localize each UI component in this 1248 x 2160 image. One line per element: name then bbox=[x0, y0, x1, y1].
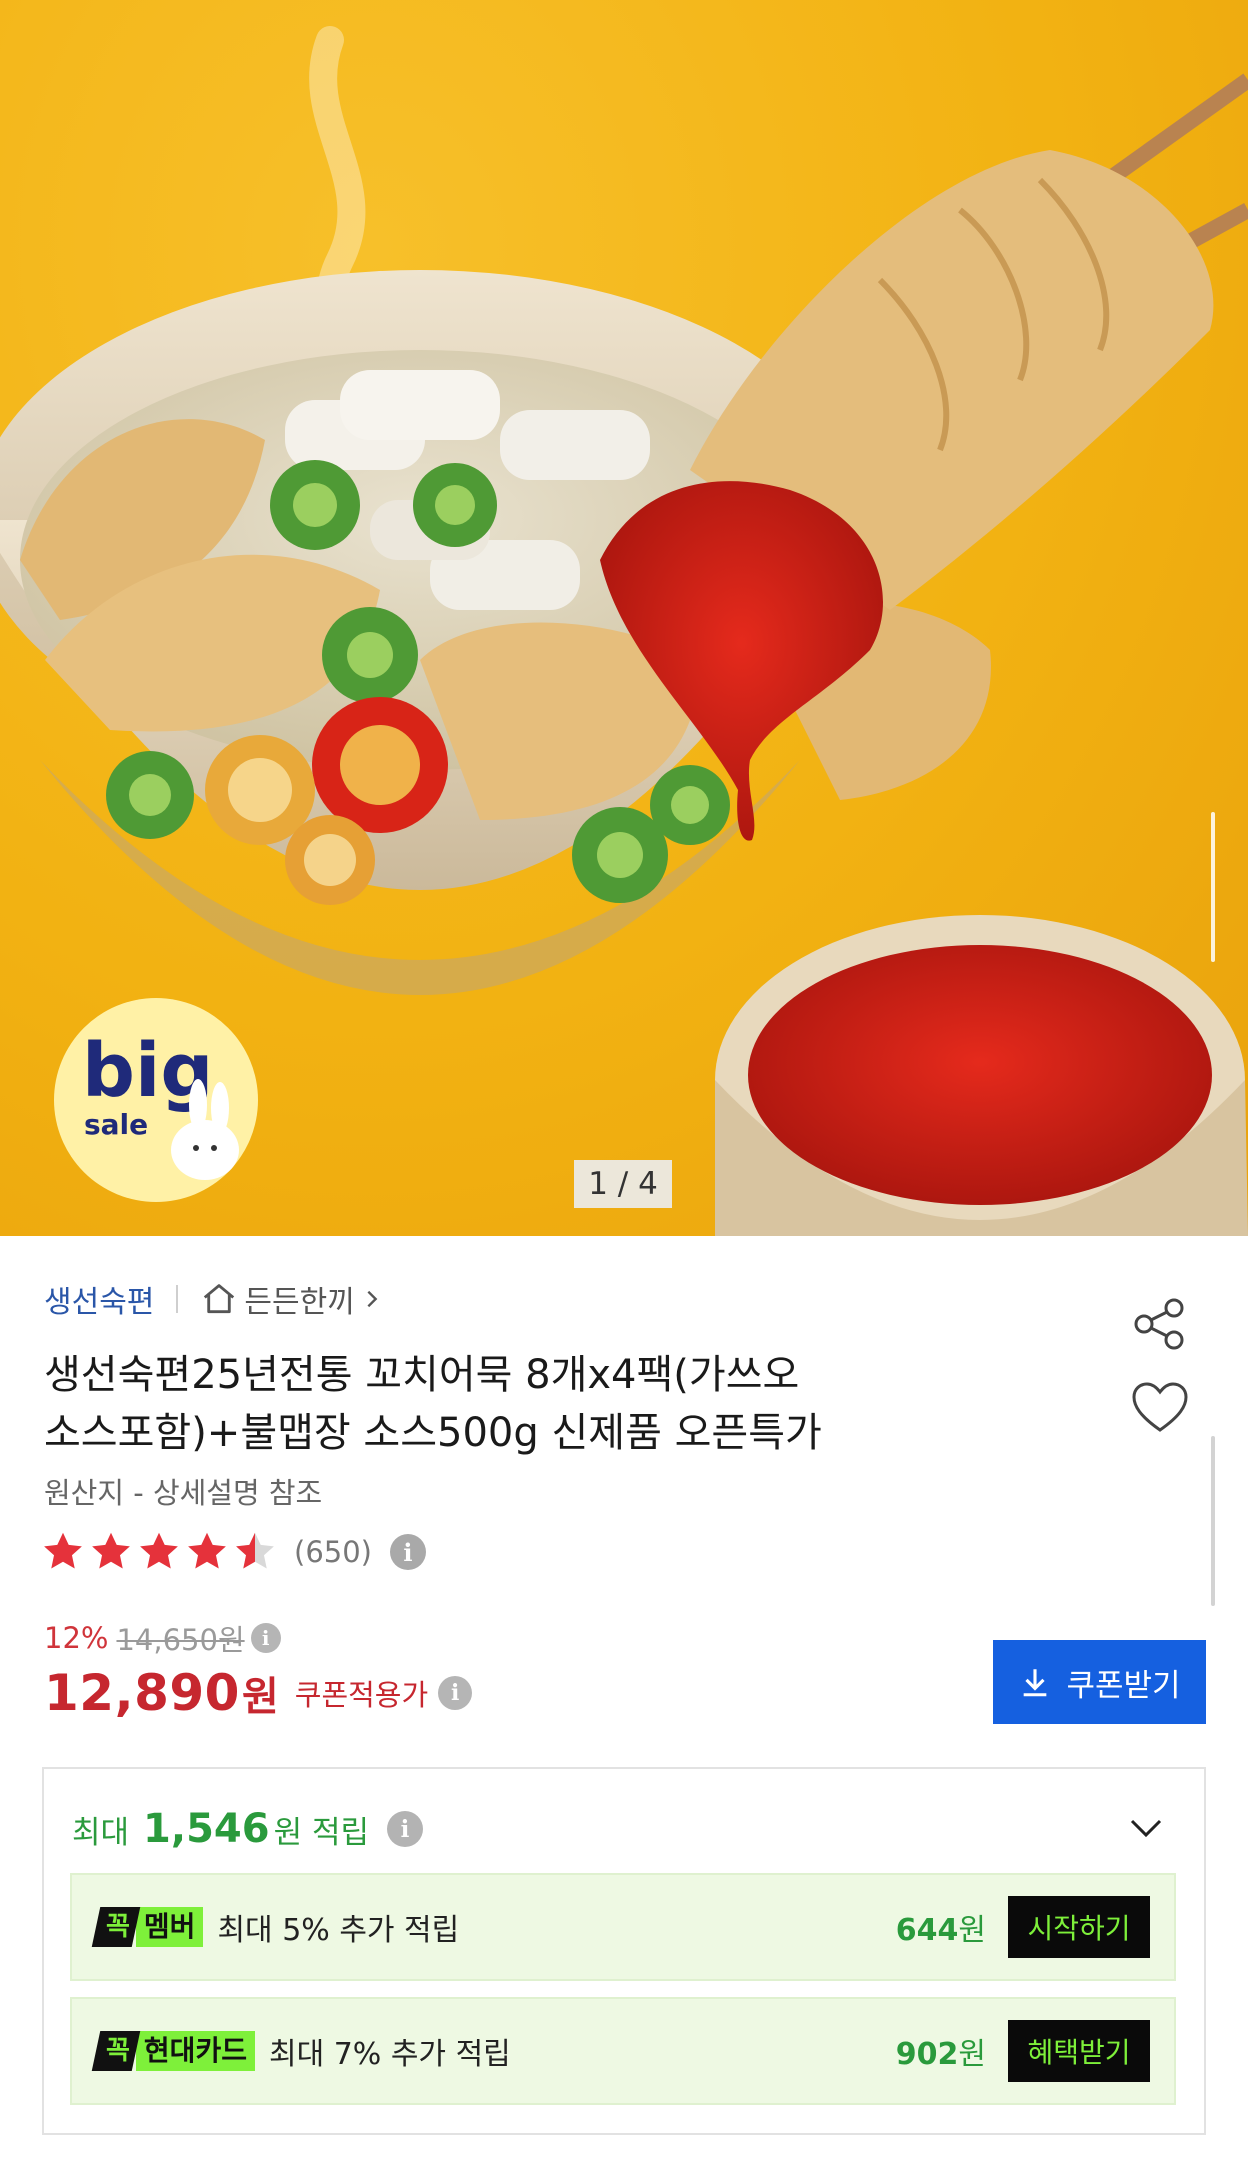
star-icon bbox=[92, 1532, 130, 1569]
review-count[interactable]: (650) bbox=[294, 1535, 372, 1569]
product-photo: big sale bbox=[0, 26, 1248, 1236]
product-title-line1: 생선숙편25년전통 꼬치어묵 8개x4팩(가쓰오 bbox=[44, 1352, 800, 1398]
info-icon[interactable]: i bbox=[250, 1623, 281, 1653]
big-sale-badge-sale: sale bbox=[84, 1108, 148, 1141]
info-icon[interactable]: i bbox=[389, 1534, 426, 1570]
image-counter: 1 / 4 bbox=[574, 1160, 672, 1208]
badge-name: 현대카드 bbox=[135, 2031, 255, 2071]
chevron-right-icon bbox=[367, 1290, 378, 1308]
share-icon[interactable] bbox=[1130, 1294, 1190, 1354]
category-link[interactable]: 든든한끼 bbox=[244, 1277, 354, 1321]
original-price: 14,650원 bbox=[116, 1623, 245, 1657]
brand-link[interactable]: 생선숙편 bbox=[44, 1277, 154, 1321]
get-benefit-button[interactable]: 혜택받기 bbox=[1008, 2020, 1150, 2082]
get-coupon-button[interactable]: 쿠폰받기 bbox=[993, 1640, 1206, 1724]
benefit-amount-value: 644 bbox=[895, 1913, 959, 1948]
get-coupon-label: 쿠폰받기 bbox=[1066, 1667, 1181, 1704]
start-membership-button[interactable]: 시작하기 bbox=[1008, 1896, 1150, 1958]
breadcrumb: 생선숙편 든든한끼 bbox=[44, 1274, 383, 1324]
kkok-member-badge: 꼭 멤버 bbox=[91, 1907, 204, 1947]
discount-rate: 12% bbox=[44, 1621, 109, 1655]
benefit-row-member: 꼭 멤버 최대 5% 추가 적립 644원 시작하기 bbox=[70, 1873, 1176, 1981]
points-amount: 1,546 bbox=[143, 1806, 270, 1852]
chevron-down-icon[interactable] bbox=[1126, 1813, 1166, 1843]
points-panel: 최대 1,546 원 적립 i 꼭 멤버 최대 5% 추가 적립 644원 시작… bbox=[42, 1767, 1206, 2135]
download-icon bbox=[1024, 1669, 1047, 1697]
points-suffix: 원 적립 bbox=[273, 1814, 369, 1851]
home-icon bbox=[204, 1284, 235, 1314]
page-scrollbar[interactable] bbox=[1211, 1436, 1215, 1606]
benefit-amount: 902원 bbox=[896, 2029, 986, 2073]
info-icon[interactable]: i bbox=[438, 1676, 473, 1710]
breadcrumb-divider bbox=[176, 1285, 179, 1313]
badge-k: 꼭 bbox=[106, 1912, 130, 1942]
benefit-amount: 644원 bbox=[896, 1905, 986, 1949]
carousel-scroll-indicator bbox=[1211, 812, 1215, 962]
product-title-line2: 소스포함)+불맵장 소스500g 신제품 오픈특가 bbox=[44, 1410, 822, 1456]
star-icon bbox=[44, 1532, 82, 1569]
benefit-amount-unit: 원 bbox=[958, 2037, 986, 2072]
rating[interactable]: (650) i bbox=[40, 1524, 426, 1580]
points-summary[interactable]: 최대 1,546 원 적립 i bbox=[72, 1799, 423, 1859]
sale-price-unit: 원 bbox=[241, 1674, 279, 1720]
benefit-row-hyundai-card: 꼭 현대카드 최대 7% 추가 적립 902원 혜택받기 bbox=[70, 1997, 1176, 2105]
badge-k: 꼭 bbox=[106, 2036, 130, 2066]
info-icon[interactable]: i bbox=[387, 1811, 423, 1847]
heart-icon[interactable] bbox=[1130, 1380, 1190, 1436]
sale-price-row: 12,890 원 쿠폰적용가 i bbox=[44, 1660, 473, 1726]
benefit-amount-value: 902 bbox=[895, 2037, 959, 2072]
half-star-icon bbox=[236, 1532, 274, 1569]
benefit-text: 최대 5% 추가 적립 bbox=[217, 1913, 460, 1948]
badge-name: 멤버 bbox=[135, 1907, 204, 1947]
product-image-carousel[interactable]: big sale 1 / 4 bbox=[0, 0, 1248, 1236]
discount-row: 12% 14,650원 i bbox=[44, 1616, 281, 1660]
star-icon bbox=[140, 1532, 178, 1569]
sale-price: 12,890 bbox=[44, 1664, 240, 1722]
benefit-amount-unit: 원 bbox=[958, 1913, 986, 1948]
points-prefix: 최대 bbox=[72, 1814, 130, 1851]
coupon-price-label: 쿠폰적용가 bbox=[294, 1678, 429, 1712]
product-title: 생선숙편25년전통 꼬치어묵 8개x4팩(가쓰오 소스포함)+불맵장 소스500… bbox=[44, 1346, 1074, 1462]
benefit-text: 최대 7% 추가 적립 bbox=[268, 2037, 511, 2072]
origin-info: 원산지 - 상세설명 참조 bbox=[44, 1476, 323, 1510]
star-rating bbox=[40, 1530, 280, 1574]
kkok-hyundai-card-badge: 꼭 현대카드 bbox=[91, 2031, 255, 2071]
star-icon bbox=[188, 1532, 226, 1569]
